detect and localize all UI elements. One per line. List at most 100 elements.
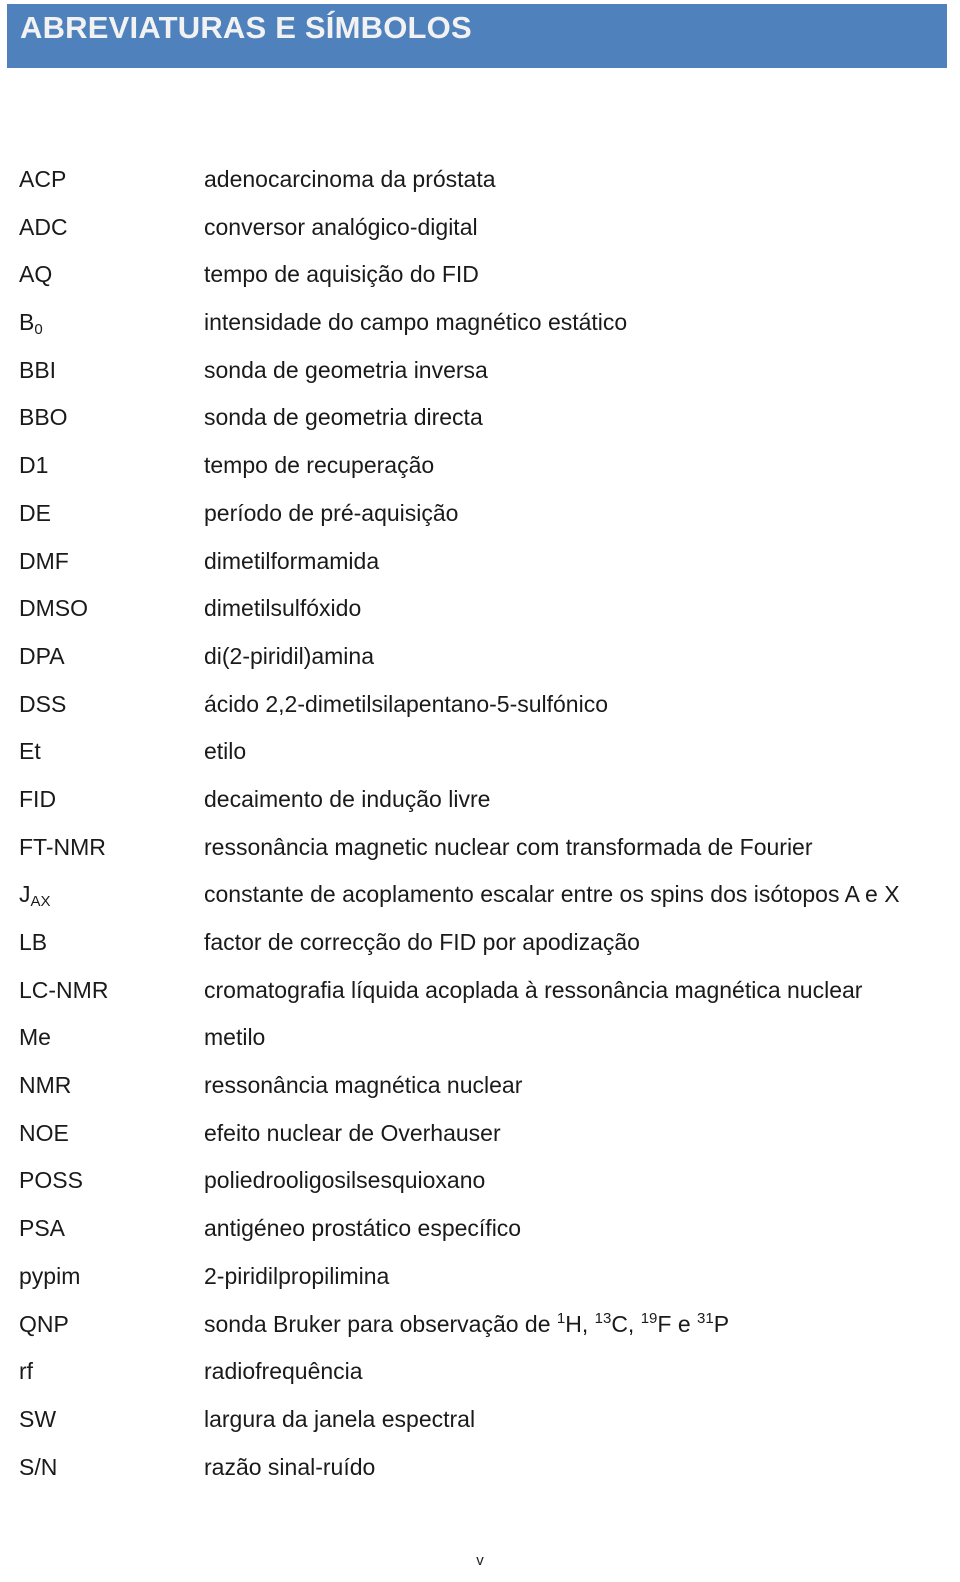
isotope-mass: 1	[556, 1309, 566, 1327]
definition: razão sinal-ruído	[204, 1453, 376, 1480]
list-item: B0 intensidade do campo magnético estátic…	[0, 299, 960, 347]
abbreviation: LB	[19, 929, 48, 955]
list-item: PSA antigéneo prostático específico	[0, 1205, 960, 1253]
list-item: ADC conversor analógico-digital	[0, 204, 960, 252]
definition: constante de acoplamento escalar entre o…	[204, 881, 900, 908]
definition: radiofrequência	[204, 1358, 363, 1385]
definition: ressonância magnética nuclear	[204, 1072, 523, 1099]
definition: sonda de geometria inversa	[204, 356, 488, 383]
abbreviation: PSA	[19, 1215, 66, 1242]
definition-text: sonda Bruker para observação de	[204, 1310, 557, 1337]
list-item: pypim 2-piridilpropilimina	[0, 1253, 960, 1301]
abbreviation-main: J	[19, 881, 31, 908]
list-item: DE período de pré-aquisição	[0, 490, 960, 538]
list-item: LB factor de correcção do FID por apodiza…	[0, 919, 960, 967]
section-header-bar: ABREVIATURAS E SÍMBOLOS	[7, 4, 947, 68]
list-item: LC-NMR cromatografia líquida acoplada à r…	[0, 967, 960, 1015]
definition: intensidade do campo magnético estático	[204, 309, 628, 336]
abbreviation: POSS	[19, 1167, 83, 1194]
definition: decaimento de indução livre	[204, 785, 491, 812]
isotope-symbol: C,	[611, 1310, 641, 1337]
abbreviation: S/N	[19, 1453, 58, 1480]
abbreviation: ACP	[19, 166, 67, 192]
abbreviation: LC-NMR	[19, 976, 109, 1003]
isotope-symbol: F e	[657, 1310, 698, 1337]
abbreviation: DE	[19, 499, 51, 526]
definition: poliedrooligosilsesquioxano	[204, 1167, 486, 1194]
definition: etilo	[204, 738, 247, 765]
definition: conversor analógico-digital	[204, 213, 478, 240]
list-item: Et etilo	[0, 728, 960, 776]
abbreviation: Et	[19, 738, 41, 765]
isotope-mass: 13	[594, 1309, 612, 1327]
abbreviation: DPA	[19, 642, 65, 669]
isotope-mass: 19	[640, 1309, 658, 1327]
section-title: ABREVIATURAS E SÍMBOLOS	[20, 10, 472, 45]
abbreviation: DMSO	[19, 595, 88, 622]
abbreviation: JAX	[19, 871, 51, 919]
abbreviation: FT-NMR	[19, 833, 106, 860]
list-item: NOE efeito nuclear de Overhauser	[0, 1110, 960, 1158]
abbreviation: BBI	[19, 356, 57, 383]
abbreviation: FID	[19, 785, 57, 812]
list-item: QNP sonda Bruker para observação de 1H, 1…	[0, 1301, 960, 1349]
list-item: FID decaimento de indução livre	[0, 776, 960, 824]
list-item: Me metilo	[0, 1014, 960, 1062]
abbreviation: ADC	[19, 213, 68, 240]
abbreviation: rf	[19, 1358, 34, 1385]
definition: ácido 2,2-dimetilsilapentano-5-sulfónico	[204, 690, 609, 717]
abbreviation: QNP	[19, 1310, 69, 1337]
abbreviation-subscript: 0	[34, 321, 43, 339]
definition: período de pré-aquisição	[204, 499, 459, 526]
list-item: NMR ressonância magnética nuclear	[0, 1062, 960, 1110]
definition: antigéneo prostático específico	[204, 1215, 522, 1242]
definition: cromatografia líquida acoplada à ressonâ…	[204, 976, 863, 1003]
list-item: ACP adenocarcinoma da próstata	[0, 156, 960, 204]
isotope-symbol: P	[713, 1310, 730, 1337]
list-item: BBO sonda de geometria directa	[0, 394, 960, 442]
list-item: DSS ácido 2,2-dimetilsilapentano-5-sulfón…	[0, 681, 960, 729]
abbreviation: NMR	[19, 1072, 72, 1099]
definition: efeito nuclear de Overhauser	[204, 1119, 501, 1146]
list-item: BBI sonda de geometria inversa	[0, 347, 960, 395]
definition: dimetilsulfóxido	[204, 595, 362, 622]
definition: metilo	[204, 1024, 266, 1051]
definition: sonda Bruker para observação de 1H, 13C,…	[204, 1301, 729, 1349]
abbreviation: NOE	[19, 1119, 69, 1146]
list-item: JAX constante de acoplamento escalar entr…	[0, 871, 960, 919]
abbreviation: DMF	[19, 547, 69, 574]
list-item: rf radiofrequência	[0, 1348, 960, 1396]
list-item: SW largura da janela espectral	[0, 1396, 960, 1444]
definition: factor de correcção do FID por apodizaçã…	[204, 929, 640, 955]
abbreviation: pypim	[19, 1262, 81, 1289]
list-item: AQ tempo de aquisição do FID	[0, 251, 960, 299]
definition: tempo de recuperação	[204, 452, 435, 479]
definition: ressonância magnetic nuclear com transfo…	[204, 833, 813, 860]
list-item: DPA di(2-piridil)amina	[0, 633, 960, 681]
abbreviation: SW	[19, 1405, 57, 1432]
abbreviation: D1	[19, 452, 49, 479]
abbreviation-subscript: AX	[30, 893, 51, 911]
abbreviation-main: B	[19, 309, 35, 336]
list-item: DMF dimetilformamida	[0, 538, 960, 586]
definition: adenocarcinoma da próstata	[204, 166, 496, 192]
definition: tempo de aquisição do FID	[204, 261, 479, 288]
abbreviation: DSS	[19, 690, 67, 717]
list-item: S/N razão sinal-ruído	[0, 1444, 960, 1492]
abbreviation-list: ACP adenocarcinoma da próstata ADC convers…	[0, 156, 960, 1491]
definition: di(2-piridil)amina	[204, 642, 374, 669]
abbreviation: AQ	[19, 261, 53, 288]
list-item: DMSO dimetilsulfóxido	[0, 585, 960, 633]
page-number: v	[476, 1552, 484, 1569]
abbreviation: Me	[19, 1024, 51, 1051]
list-item: FT-NMR ressonância magnetic nuclear com t…	[0, 824, 960, 872]
isotope-mass: 31	[697, 1309, 714, 1327]
list-item: D1 tempo de recuperação	[0, 442, 960, 490]
abbreviation: B0	[19, 299, 43, 347]
list-item: POSS poliedrooligosilsesquioxano	[0, 1157, 960, 1205]
definition: dimetilformamida	[204, 547, 380, 574]
definition: largura da janela espectral	[204, 1405, 476, 1432]
definition: 2-piridilpropilimina	[204, 1262, 390, 1289]
abbreviation: BBO	[19, 404, 68, 431]
definition: sonda de geometria directa	[204, 404, 483, 431]
